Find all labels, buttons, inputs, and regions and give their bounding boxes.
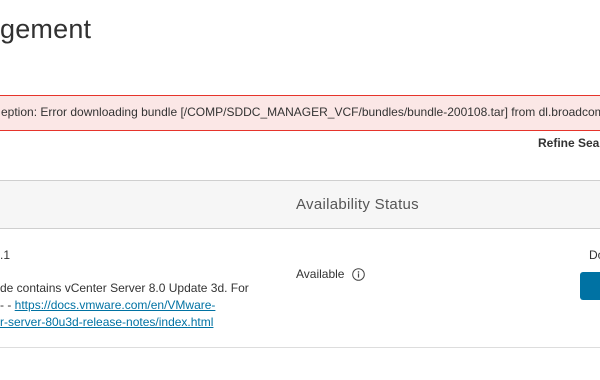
release-notes-link-continued[interactable]: r-server-80u3d-release-notes/index.html <box>0 315 213 329</box>
error-alert-banner: eption: Error downloading bundle [/COMP/… <box>0 95 600 131</box>
release-notes-link[interactable]: https://docs.vmware.com/en/VMware- <box>15 298 216 312</box>
row-divider <box>0 347 600 348</box>
availability-status-cell: Available <box>296 267 366 281</box>
description-link-line: - - https://docs.vmware.com/en/VMware- <box>0 297 270 314</box>
info-circle-icon[interactable] <box>352 267 366 281</box>
page-title: gement <box>0 14 92 44</box>
availability-status-text: Available <box>296 267 345 281</box>
description-prefix: - - <box>0 298 15 312</box>
table-header: Availability Status <box>0 181 600 229</box>
description-line: de contains vCenter Server 8.0 Update 3d… <box>0 281 249 295</box>
bundle-action-button[interactable] <box>580 272 600 300</box>
bundles-table: Availability Status .1 de contains vCent… <box>0 180 600 351</box>
column-header-availability-status[interactable]: Availability Status <box>296 196 419 213</box>
description-link-line-2: r-server-80u3d-release-notes/index.html <box>0 314 270 331</box>
bundle-management-page: gement eption: Error downloading bundle … <box>0 0 600 380</box>
bundle-description: de contains vCenter Server 8.0 Update 3d… <box>0 280 270 331</box>
bundle-version: .1 <box>0 248 11 262</box>
download-status-text: Do <box>589 248 600 262</box>
error-message: eption: Error downloading bundle [/COMP/… <box>1 105 600 119</box>
refine-search-button[interactable]: Refine Search <box>538 136 600 150</box>
